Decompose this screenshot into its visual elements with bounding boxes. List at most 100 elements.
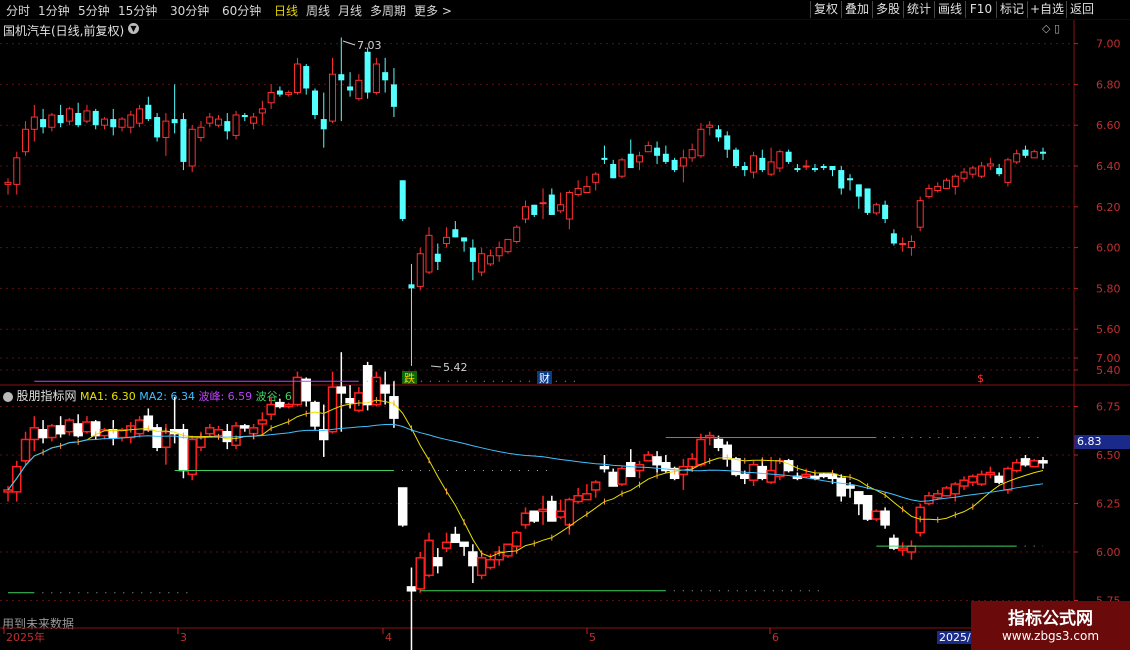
main-candle-down — [224, 121, 231, 132]
ind-candle-down — [380, 384, 390, 394]
ind-candle-up — [950, 483, 961, 495]
ind-candle-up — [520, 512, 531, 526]
time-label: 4 — [385, 631, 392, 644]
main-candle-down — [627, 153, 634, 169]
y-tick-label: 5.40 — [1096, 364, 1121, 377]
main-candle-up — [969, 167, 977, 175]
ind-candle-up — [985, 471, 996, 476]
event-marker: 跌 — [404, 371, 415, 385]
main-candle-up — [522, 206, 529, 220]
ind-y-tick-label: 6.75 — [1096, 401, 1121, 414]
ma2-line — [7, 423, 1044, 502]
ind-candle-down — [854, 491, 864, 505]
main-candle-up — [960, 171, 968, 179]
main-candle-down — [671, 159, 678, 171]
ind-candle-down — [810, 475, 820, 480]
ind-candle-down — [994, 475, 1004, 483]
main-candle-down — [882, 204, 889, 220]
main-candle-up — [679, 157, 687, 167]
ind-candle-down — [240, 425, 250, 429]
main-candle-down — [531, 204, 538, 215]
ind-candle-up — [959, 479, 969, 487]
ind-candle-up — [424, 539, 434, 577]
ind-candle-up — [441, 541, 452, 549]
main-candle-down — [601, 157, 608, 160]
ind-candle-up — [643, 454, 654, 462]
main-candle-down — [408, 284, 415, 289]
main-candle-up — [1013, 153, 1021, 163]
high-price-label: 7.03 — [357, 39, 382, 52]
main-candle-down — [92, 110, 99, 126]
main-candle-up — [899, 243, 907, 246]
main-candle-down — [110, 119, 117, 128]
ind-candle-up — [29, 427, 40, 441]
main-candle-up — [802, 165, 810, 168]
ind-candle-up — [248, 427, 259, 435]
high-pointer — [342, 40, 356, 46]
main-candle-down — [390, 84, 397, 107]
main-candle-down — [662, 153, 669, 162]
main-candle-up — [13, 157, 21, 185]
time-label: 2025年 — [6, 630, 45, 644]
ind-candle-down — [336, 386, 347, 394]
main-candle-up — [688, 149, 696, 159]
y-tick-label: 6.40 — [1096, 160, 1121, 173]
main-candle-up — [30, 116, 38, 130]
main-candle-up — [618, 159, 626, 177]
main-candle-up — [706, 124, 714, 128]
ind-candle-down — [301, 378, 311, 402]
ind-candle-up — [564, 498, 575, 526]
ind-candle-up — [573, 494, 583, 503]
main-candle-up — [355, 79, 363, 100]
ind-candle-up — [766, 469, 776, 483]
ind-candle-up — [3, 489, 13, 493]
main-candle-down — [847, 178, 854, 181]
main-candle-up — [285, 92, 293, 96]
main-candle-up — [206, 116, 214, 124]
main-candle-up — [978, 165, 986, 177]
ind-candle-up — [696, 438, 706, 466]
main-candle-up — [557, 204, 565, 212]
main-candle-up — [951, 175, 959, 187]
kline-chart[interactable]: 7.006.806.606.406.206.005.805.605.407.00… — [0, 0, 1130, 650]
ind-y-tick-label: 6.25 — [1096, 498, 1121, 511]
main-candle-up — [943, 179, 951, 189]
main-candle-up — [478, 253, 486, 273]
ind-candle-down — [862, 494, 873, 520]
main-candle-up — [258, 108, 266, 114]
main-candle-up — [986, 163, 994, 167]
time-label: 6 — [772, 631, 779, 644]
main-candle-up — [934, 185, 942, 191]
ind-candle-up — [538, 508, 548, 513]
main-candle-up — [504, 238, 512, 253]
main-candle-down — [57, 115, 64, 124]
main-candle-up — [697, 128, 705, 157]
ind-candle-up — [932, 493, 943, 499]
ind-candle-down — [1020, 458, 1031, 466]
cursor-date-box: 2025/ — [937, 631, 973, 644]
ind-candle-down — [608, 471, 618, 487]
main-candle-down — [1040, 151, 1046, 154]
ind-y-tick-label: 7.00 — [1096, 352, 1121, 365]
ind-candle-down — [389, 396, 399, 419]
ind-candle-up — [283, 403, 294, 408]
ind-candle-up — [266, 403, 276, 416]
main-candle-down — [715, 129, 722, 138]
watermark-url: www.zbgs3.com — [1001, 629, 1100, 643]
main-candle-up — [100, 118, 108, 126]
ind-candle-up — [47, 425, 57, 439]
ind-candle-up — [976, 473, 987, 485]
ind-candle-down — [599, 465, 610, 470]
ind-candle-up — [415, 557, 425, 590]
ind-candle-down — [626, 462, 636, 478]
ind-candle-up — [1029, 460, 1039, 468]
main-candle-down — [864, 188, 871, 213]
main-candle-down — [610, 163, 617, 179]
main-candle-up — [1004, 159, 1012, 183]
ind-candle-down — [319, 429, 329, 441]
main-candle-up — [872, 204, 880, 214]
ind-candle-up — [485, 559, 496, 569]
main-candle-down — [452, 229, 459, 238]
ind-candle-down — [757, 465, 768, 480]
ind-y-tick-label: 6.50 — [1096, 449, 1121, 462]
